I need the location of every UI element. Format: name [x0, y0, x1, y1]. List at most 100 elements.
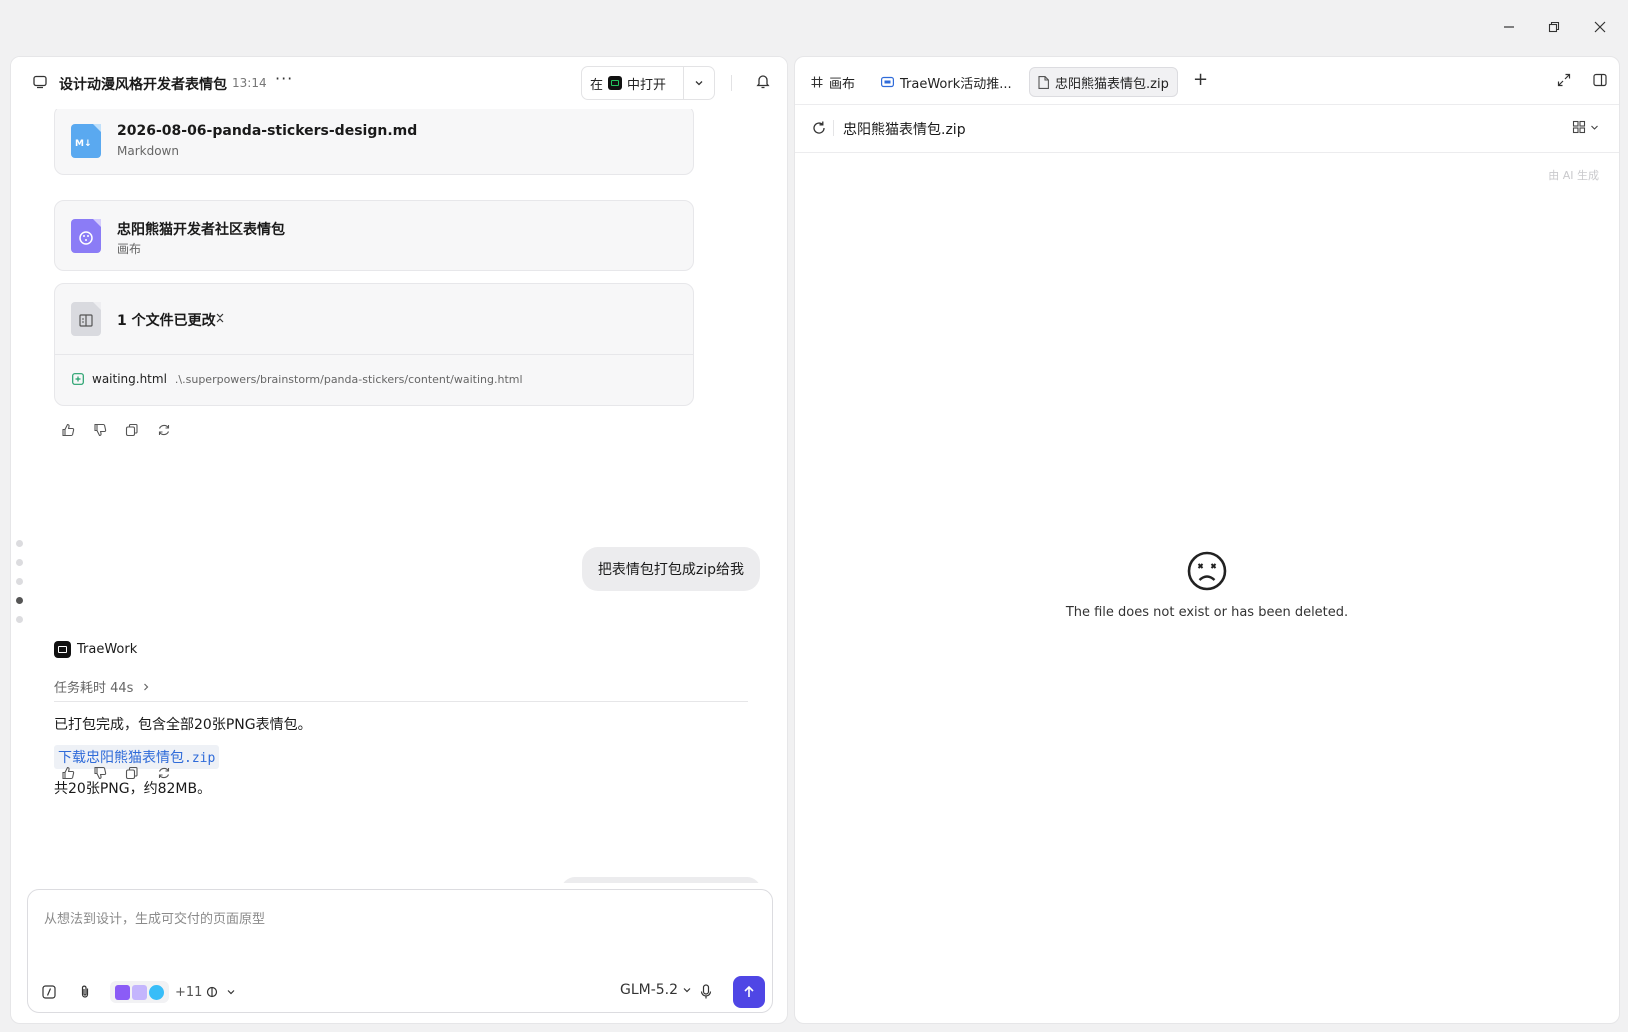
conversation-navigator[interactable]: [16, 540, 26, 635]
minimize-icon[interactable]: [1495, 14, 1523, 40]
task-duration-label: 任务耗时 44s: [54, 681, 134, 696]
tab-label: 忠阳熊猫表情包.zip: [1055, 76, 1169, 92]
file-type: 画布: [117, 242, 142, 256]
nav-dot[interactable]: [16, 559, 23, 566]
reply-line-1: 已打包完成，包含全部20张PNG表情包。: [54, 717, 312, 733]
nav-dot[interactable]: [16, 616, 23, 623]
changed-files-card: 1 个文件已更改 waiting.html .\.superpowers/bra…: [54, 283, 694, 406]
user-message: 把表情包打包成zip给我: [581, 547, 760, 591]
grid-view-icon: [1572, 120, 1586, 134]
microphone-icon[interactable]: [700, 980, 712, 1004]
bell-icon[interactable]: [755, 72, 771, 94]
file-toolbar: 忠阳熊猫表情包.zip: [795, 105, 1619, 153]
empty-state-message: The file does not exist or has been dele…: [1065, 605, 1349, 620]
collapse-toggle-icon[interactable]: [215, 312, 225, 328]
chevron-down-icon: [683, 988, 691, 993]
image-tool-icon: [132, 984, 147, 1000]
tab-traework-activity[interactable]: TraeWork活动推...: [873, 67, 1020, 97]
chevron-down-icon: [695, 81, 703, 86]
file-type: Markdown: [117, 144, 179, 158]
close-icon[interactable]: [1586, 14, 1614, 40]
composer-input[interactable]: 从想法到设计，生成可交付的页面原型: [44, 908, 265, 927]
file-name: 忠阳熊猫开发者社区表情包: [117, 222, 285, 238]
composer: 从想法到设计，生成可交付的页面原型 +11 GLM-5.2: [27, 889, 773, 1013]
thumbs-up-icon[interactable]: [59, 421, 77, 439]
thumbs-down-icon[interactable]: [91, 421, 109, 439]
tools-chip[interactable]: [110, 981, 169, 1003]
message-list[interactable]: M↓ 2026-08-06-panda-stickers-design.md M…: [11, 109, 787, 883]
more-tools-count[interactable]: +11: [175, 985, 202, 1000]
model-name: GLM-5.2: [620, 982, 679, 998]
user-message-partial: [561, 877, 761, 883]
restore-icon[interactable]: [1540, 14, 1568, 40]
mode-icon: [206, 986, 218, 998]
empty-state: The file does not exist or has been dele…: [795, 551, 1619, 620]
chevron-down-icon: [1591, 125, 1598, 130]
chat-bubble-icon: [33, 75, 47, 93]
sad-face-icon: [1187, 551, 1227, 595]
sidebar-toggle-icon[interactable]: [1593, 73, 1607, 91]
regenerate-icon[interactable]: [155, 764, 173, 782]
traework-logo-icon: [54, 641, 71, 658]
document-icon: [71, 302, 101, 336]
agent-header: TraeWork: [54, 641, 137, 658]
open-in-dropdown[interactable]: [684, 78, 714, 88]
regenerate-icon[interactable]: [155, 421, 173, 439]
file-icon: [1038, 75, 1049, 89]
changed-file-path: .\.superpowers/brainstorm/panda-stickers…: [174, 372, 523, 386]
chevron-down-icon: [227, 990, 235, 995]
tools-selector[interactable]: +11: [110, 980, 202, 1004]
arrow-up-icon: [744, 985, 754, 997]
card-divider: [55, 354, 693, 355]
copy-icon[interactable]: [123, 421, 141, 439]
tab-label: TraeWork活动推...: [900, 76, 1012, 92]
tab-zip-file[interactable]: 忠阳熊猫表情包.zip: [1029, 67, 1178, 97]
file-card-markdown[interactable]: M↓ 2026-08-06-panda-stickers-design.md M…: [54, 109, 694, 175]
open-in-prefix: 在: [590, 77, 604, 93]
send-button[interactable]: [733, 976, 765, 1008]
agent-name: TraeWork: [77, 642, 138, 657]
copy-icon[interactable]: [123, 764, 141, 782]
slash-command-icon[interactable]: [42, 980, 56, 1004]
markdown-file-icon: M↓: [71, 124, 101, 158]
app-icon: [881, 76, 894, 88]
task-duration[interactable]: 任务耗时 44s: [54, 677, 151, 696]
nav-dot[interactable]: [16, 578, 23, 585]
file-name: 2026-08-06-panda-stickers-design.md: [117, 123, 418, 139]
title-bar: [0, 0, 1628, 56]
app-logo-icon: [608, 76, 623, 90]
canvas-file-icon: [71, 219, 101, 253]
thumbs-up-icon[interactable]: [59, 764, 77, 782]
refresh-icon[interactable]: [811, 120, 827, 140]
reply-divider: [54, 701, 748, 702]
chat-header: 设计动漫风格开发者表情包 13:14 ··· 在 中打开: [11, 57, 787, 109]
preview-panel: 画布 TraeWork活动推... 忠阳熊猫表情包.zip + 忠阳熊猫表情包.…: [794, 56, 1620, 1024]
open-in-app-button[interactable]: 在 中打开: [581, 66, 715, 100]
video-tool-icon: [115, 984, 130, 1000]
open-in-suffix: 中打开: [627, 77, 667, 93]
view-switcher[interactable]: [1572, 120, 1599, 134]
add-tab-button[interactable]: +: [1193, 69, 1208, 90]
file-card-canvas[interactable]: 忠阳熊猫开发者社区表情包 画布: [54, 200, 694, 271]
conversation-time: 13:14: [232, 76, 267, 90]
tab-bar: 画布 TraeWork活动推... 忠阳熊猫表情包.zip +: [795, 57, 1619, 105]
nav-dot[interactable]: [16, 540, 23, 547]
chevron-right-icon: [143, 683, 148, 691]
nav-dot-active[interactable]: [16, 597, 23, 604]
more-options-button[interactable]: ···: [275, 69, 293, 88]
model-selector[interactable]: GLM-5.2: [620, 982, 692, 998]
chat-panel: 设计动漫风格开发者表情包 13:14 ··· 在 中打开 M↓ 2026-08-…: [10, 56, 788, 1024]
header-divider: [731, 75, 732, 91]
attach-icon[interactable]: [78, 980, 92, 1004]
tab-label: 画布: [829, 76, 856, 92]
open-in-app-main[interactable]: 在 中打开: [582, 67, 684, 99]
ai-generated-label: 由 AI 生成: [1548, 169, 1599, 182]
changed-file-row[interactable]: waiting.html .\.superpowers/brainstorm/p…: [72, 372, 523, 386]
thumbs-down-icon[interactable]: [91, 764, 109, 782]
changes-title: 1 个文件已更改: [117, 313, 216, 329]
bird-tool-icon: [149, 984, 164, 1000]
mode-selector[interactable]: [206, 980, 236, 1004]
frame-icon: [811, 76, 823, 88]
expand-icon[interactable]: [1557, 73, 1571, 91]
tab-canvas[interactable]: 画布: [803, 67, 863, 97]
